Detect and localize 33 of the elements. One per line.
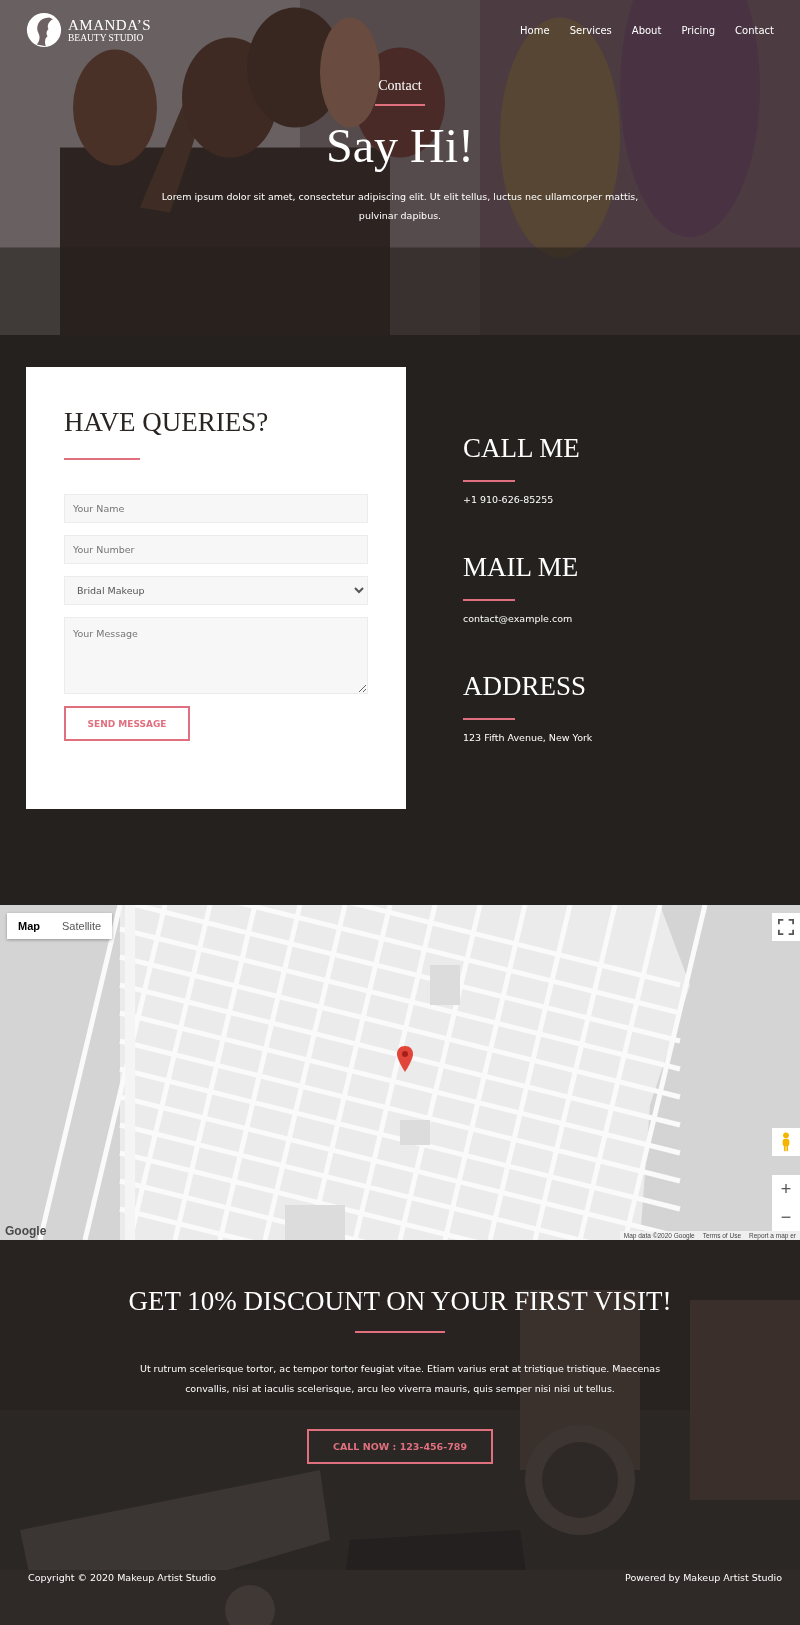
service-dropdown[interactable]: Bridal Makeup bbox=[64, 576, 368, 605]
fullscreen-button[interactable] bbox=[772, 913, 800, 941]
contact-heading: CALL ME bbox=[463, 433, 581, 464]
map-type-tab[interactable]: Satellite bbox=[51, 913, 113, 939]
map-type-tab[interactable]: Map bbox=[7, 913, 51, 939]
input-field[interactable]: Your Name bbox=[64, 494, 368, 523]
contact-detail: contact@example.com bbox=[463, 613, 574, 624]
contact-detail: +1 910-626-85255 bbox=[463, 494, 555, 505]
hero-text: Lorem ipsum dolor sit amet, consectetur adipiscing elit. Ut elit tellus, luctus nec ullamcorper mattis, pulvinar dapibus. bbox=[160, 190, 640, 223]
woman-profile-logo-icon[interactable] bbox=[26, 12, 62, 48]
contact-heading: ADDRESS bbox=[463, 671, 588, 702]
nav-link[interactable]: Services bbox=[569, 24, 612, 36]
nav-link[interactable]: Home bbox=[520, 24, 550, 36]
nav-link[interactable]: Contact bbox=[735, 24, 774, 36]
contact-heading: MAIL ME bbox=[463, 552, 580, 583]
promo-text: Ut rutrum scelerisque tortor, ac tempor tortor feugiat vitae. Etiam varius erat at tristique tristique. Maecenas convallis, nisi at iaculis scelerisque, arcu leo viverra mauris, quis semper nisi nisi ut tellus. bbox=[138, 1362, 662, 1396]
nav-link[interactable]: Pricing bbox=[681, 24, 716, 36]
hero-title: Say Hi! bbox=[326, 118, 474, 173]
copyright-text: Copyright © 2020 Makeup Artist Studio bbox=[28, 1572, 216, 1583]
map-provider-logo: Google bbox=[5, 1224, 47, 1238]
map-pin-icon[interactable] bbox=[397, 1046, 413, 1072]
nav-link[interactable]: About bbox=[631, 24, 662, 36]
promo-title: GET 10% DISCOUNT ON YOUR FIRST VISIT! bbox=[128, 1286, 672, 1317]
form-title: HAVE QUERIES? bbox=[64, 407, 270, 438]
contact-detail: 123 Fifth Avenue, New York bbox=[463, 732, 593, 743]
logo-title: AMANDA’S bbox=[68, 16, 152, 34]
message-field[interactable]: Your Message bbox=[64, 617, 368, 694]
credit-text: Powered by Makeup Artist Studio bbox=[625, 1572, 782, 1583]
fullscreen-icon[interactable] bbox=[778, 919, 794, 935]
section-label: Contact bbox=[378, 78, 422, 94]
input-field[interactable]: Your Number bbox=[64, 535, 368, 564]
logo-subtitle: BEAUTY STUDIO bbox=[68, 33, 145, 44]
call-now-button[interactable]: CALL NOW : 123-456-789 bbox=[306, 1429, 493, 1464]
